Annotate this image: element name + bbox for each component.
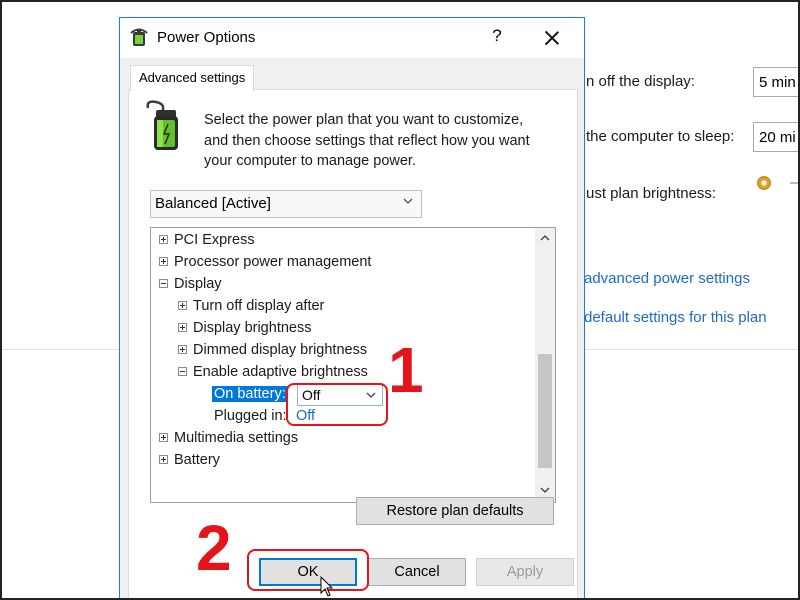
restore-plan-defaults-button[interactable]: Restore plan defaults <box>356 497 554 525</box>
power-options-dialog: Power Options ? Advanced settings Select… <box>119 17 585 600</box>
tree-item-plugged-in[interactable]: Plugged in: <box>214 405 287 427</box>
sleep-label: the computer to sleep: <box>586 128 735 145</box>
chevron-down-icon[interactable] <box>539 484 551 496</box>
close-button[interactable] <box>538 24 566 52</box>
power-options-icon <box>130 28 148 46</box>
help-button[interactable]: ? <box>487 26 507 50</box>
chevron-down-icon <box>403 198 413 204</box>
annotation-step-2: 2 <box>196 512 232 584</box>
turn-off-display-select[interactable]: 5 min <box>753 67 800 97</box>
dialog-title: Power Options <box>157 29 256 46</box>
expand-icon[interactable] <box>159 256 168 266</box>
tree-item-battery[interactable]: Battery <box>159 449 220 471</box>
annotation-step-1: 1 <box>388 334 424 406</box>
plugged-in-label: Plugged in: <box>214 408 287 424</box>
brightness-slider-track[interactable] <box>790 182 800 184</box>
scrollbar-thumb[interactable] <box>538 354 552 468</box>
expand-icon[interactable] <box>159 234 168 244</box>
tree-item-dimmed-brightness[interactable]: Dimmed display brightness <box>178 339 367 361</box>
divider <box>584 349 800 350</box>
turn-off-display-label: n off the display: <box>586 73 695 90</box>
expand-icon[interactable] <box>159 454 168 464</box>
tree-item-on-battery[interactable]: On battery: <box>212 383 288 405</box>
annotation-box-step-1 <box>286 383 388 426</box>
annotation-box-step-2 <box>247 549 369 591</box>
brightness-slider-knob[interactable] <box>757 176 771 190</box>
intro-description: Select the power plan that you want to c… <box>204 112 530 169</box>
chevron-up-icon[interactable] <box>539 232 551 244</box>
tree-item-processor-power[interactable]: Processor power management <box>159 251 371 273</box>
on-battery-label: On battery: <box>212 386 288 402</box>
tree-item-display-brightness[interactable]: Display brightness <box>178 317 311 339</box>
apply-button[interactable]: Apply <box>476 558 574 586</box>
tree-item-adaptive-brightness[interactable]: Enable adaptive brightness <box>178 361 368 383</box>
tree-item-pci-express[interactable]: PCI Express <box>159 229 255 251</box>
expand-icon[interactable] <box>178 300 187 310</box>
collapse-icon[interactable] <box>178 366 187 376</box>
tree-item-display[interactable]: Display <box>159 273 222 295</box>
expand-icon[interactable] <box>178 344 187 354</box>
tree-item-multimedia[interactable]: Multimedia settings <box>159 427 298 449</box>
sleep-select[interactable]: 20 mi <box>753 122 800 152</box>
divider <box>0 349 120 350</box>
advanced-power-settings-link[interactable]: advanced power settings <box>584 270 750 287</box>
power-plan-select[interactable]: Balanced [Active] <box>150 190 422 218</box>
power-plan-value: Balanced [Active] <box>155 195 271 212</box>
expand-icon[interactable] <box>159 432 168 442</box>
expand-icon[interactable] <box>178 322 187 332</box>
collapse-icon[interactable] <box>159 278 168 288</box>
restore-default-settings-link[interactable]: default settings for this plan <box>584 309 767 326</box>
cancel-button[interactable]: Cancel <box>368 558 466 586</box>
settings-tree[interactable]: PCI Express Processor power management D… <box>150 227 556 503</box>
tab-advanced-settings[interactable]: Advanced settings <box>130 65 255 91</box>
battery-plug-icon <box>146 100 178 150</box>
mouse-pointer-icon <box>320 576 334 597</box>
dialog-titlebar[interactable]: Power Options ? <box>120 18 584 58</box>
tree-scrollbar[interactable] <box>535 228 555 502</box>
plan-brightness-label: ust plan brightness: <box>586 185 717 202</box>
tree-item-turn-off-display[interactable]: Turn off display after <box>178 295 324 317</box>
